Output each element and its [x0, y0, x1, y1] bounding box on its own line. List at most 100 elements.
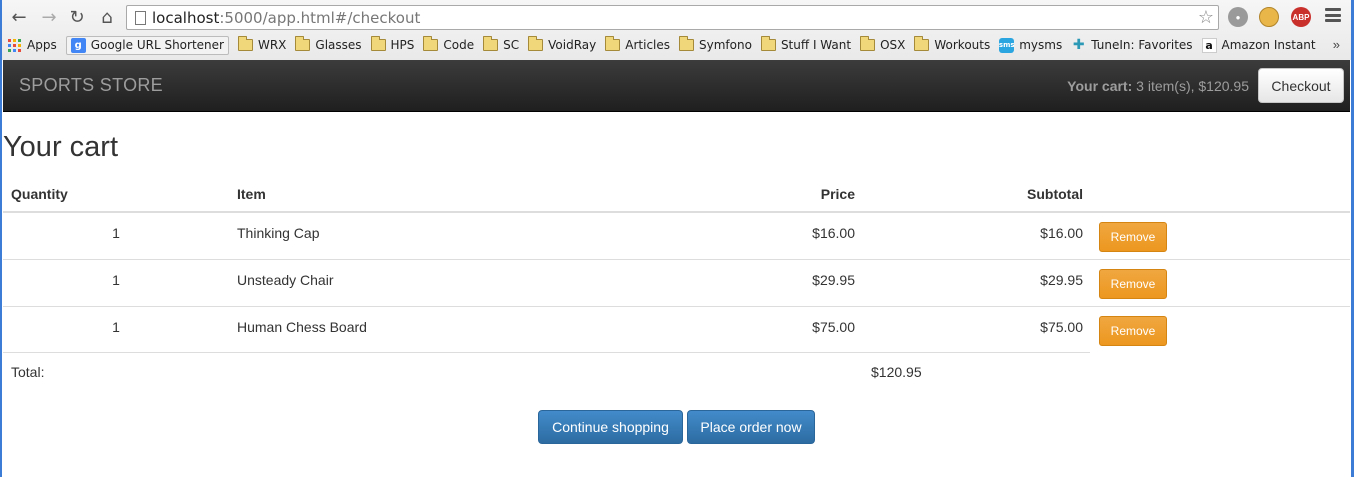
bookmark-label: Articles: [625, 38, 671, 52]
url-host: localhost: [152, 9, 220, 27]
folder-icon: [237, 36, 253, 51]
bookmark-label: Amazon Instant: [1221, 38, 1316, 52]
cart-summary: Your cart: 3 item(s), $120.95: [1067, 78, 1249, 94]
folder-icon: [295, 36, 311, 51]
bookmark-apps[interactable]: Apps: [8, 38, 57, 52]
mysms-icon: sms: [999, 37, 1015, 53]
url-path: :5000/app.html#/checkout: [219, 9, 421, 27]
header-quantity: Quantity: [3, 176, 229, 213]
cell-item: Unsteady Chair: [229, 258, 627, 306]
table-row: 1 Thinking Cap $16.00 $16.00 Remove: [3, 212, 1350, 259]
bookmark-code[interactable]: Code: [423, 36, 475, 52]
tunein-icon: ✚: [1072, 37, 1085, 53]
folder-icon: [370, 36, 386, 51]
bookmark-google-url-shortener[interactable]: g Google URL Shortener: [65, 35, 229, 55]
folder-icon: [483, 36, 499, 51]
amazon-icon: a: [1201, 37, 1217, 53]
bookmark-label: Google URL Shortener: [90, 38, 224, 52]
top-navbar: SPORTS STORE Your cart: 3 item(s), $120.…: [3, 60, 1350, 112]
url-text[interactable]: localhost:5000/app.html#/checkout: [152, 9, 420, 27]
home-icon[interactable]: ⌂: [96, 6, 118, 28]
bookmark-glasses[interactable]: Glasses: [295, 36, 362, 52]
cell-price: $29.95: [627, 258, 863, 306]
brand-title[interactable]: SPORTS STORE: [19, 75, 163, 96]
total-value: $120.95: [871, 364, 922, 380]
bookmarks-bar: Apps g Google URL Shortener WRX Glasses …: [8, 35, 1325, 55]
total-label: Total:: [11, 364, 45, 380]
bookmark-label: Code: [443, 38, 475, 52]
continue-shopping-button[interactable]: Continue shopping: [538, 410, 683, 444]
table-row: 1 Human Chess Board $75.00 $75.00 Remove: [3, 305, 1350, 353]
header-actions: [1091, 176, 1350, 213]
remove-button[interactable]: Remove: [1099, 222, 1167, 252]
bookmark-label: VoidRay: [548, 38, 597, 52]
cell-item: Human Chess Board: [229, 305, 627, 353]
cell-subtotal: $75.00: [863, 305, 1091, 353]
table-row: 1 Unsteady Chair $29.95 $29.95 Remove: [3, 258, 1350, 306]
bookmark-articles[interactable]: Articles: [605, 36, 671, 52]
cart-label: Your cart:: [1067, 78, 1133, 94]
bookmark-workouts[interactable]: Workouts: [914, 36, 991, 52]
cell-item: Thinking Cap: [237, 225, 320, 241]
bookmark-tunein[interactable]: ✚ TuneIn: Favorites: [1071, 37, 1193, 53]
bookmark-amazon-instant[interactable]: a Amazon Instant: [1201, 37, 1316, 53]
table-header-row: Quantity Item Price Subtotal: [3, 176, 1350, 213]
bookmark-star-icon[interactable]: ☆: [1198, 7, 1214, 28]
cart-table: Quantity Item Price Subtotal 1 Thinking …: [3, 176, 1350, 353]
cell-quantity: 1: [112, 225, 120, 241]
cell-price: $16.00: [812, 225, 855, 241]
folder-icon: [914, 36, 930, 51]
bookmark-label: Workouts: [934, 38, 991, 52]
remove-button[interactable]: Remove: [1099, 315, 1167, 346]
forward-arrow-icon[interactable]: →: [38, 6, 60, 28]
cell-subtotal: $16.00: [1040, 225, 1083, 241]
bookmark-label: HPS: [390, 38, 415, 52]
bookmark-osx[interactable]: OSX: [860, 36, 905, 52]
place-order-button[interactable]: Place order now: [687, 410, 815, 444]
bookmark-hps[interactable]: HPS: [370, 36, 415, 52]
bookmark-label: TuneIn: Favorites: [1091, 38, 1193, 52]
bookmark-label: Glasses: [315, 38, 362, 52]
cell-action: Remove: [1091, 212, 1350, 259]
google-icon: g: [70, 37, 86, 53]
adblock-icon[interactable]: ABP: [1291, 7, 1311, 27]
cell-subtotal: $29.95: [863, 258, 1091, 306]
bookmark-mysms[interactable]: sms mysms: [999, 37, 1062, 53]
header-item: Item: [229, 176, 627, 213]
cell-action: Remove: [1091, 305, 1350, 353]
cell-quantity: 1: [3, 258, 229, 306]
cell-price: $75.00: [627, 305, 863, 353]
reload-icon[interactable]: ↻: [66, 6, 88, 28]
page-title: Your cart: [3, 131, 118, 163]
address-bar[interactable]: localhost:5000/app.html#/checkout ☆: [126, 5, 1219, 30]
cart-summary-text: 3 item(s), $120.95: [1132, 78, 1249, 94]
folder-icon: [423, 36, 439, 51]
bookmark-voidray[interactable]: VoidRay: [528, 36, 597, 52]
bookmark-symfono[interactable]: Symfono: [679, 36, 752, 52]
bookmark-stuff-i-want[interactable]: Stuff I Want: [760, 36, 851, 52]
window-frame-left: [0, 0, 2, 477]
folder-icon: [760, 36, 776, 51]
page-icon: [135, 11, 146, 25]
remove-button[interactable]: Remove: [1099, 268, 1167, 299]
extension-cat-icon[interactable]: [1259, 7, 1279, 27]
header-subtotal: Subtotal: [863, 176, 1091, 213]
back-arrow-icon[interactable]: ←: [8, 6, 30, 28]
cell-quantity: 1: [3, 305, 229, 353]
bookmark-label: Apps: [27, 38, 57, 52]
browser-chrome: ← → ↻ ⌂ localhost:5000/app.html#/checkou…: [0, 0, 1354, 60]
bookmark-label: WRX: [257, 38, 287, 52]
extension-alien-icon[interactable]: ●: [1228, 7, 1248, 27]
checkout-button[interactable]: Checkout: [1258, 68, 1344, 103]
folder-icon: [528, 36, 544, 51]
bookmark-label: SC: [503, 38, 520, 52]
cell-action: Remove: [1091, 258, 1350, 306]
header-price: Price: [627, 176, 863, 213]
apps-grid-icon: [8, 38, 21, 52]
bookmark-wrx[interactable]: WRX: [237, 36, 287, 52]
folder-icon: [860, 36, 876, 51]
browser-menu-icon[interactable]: [1325, 8, 1341, 22]
bookmarks-more-icon[interactable]: »: [1333, 37, 1340, 52]
bookmark-label: Symfono: [699, 38, 752, 52]
bookmark-sc[interactable]: SC: [483, 36, 520, 52]
